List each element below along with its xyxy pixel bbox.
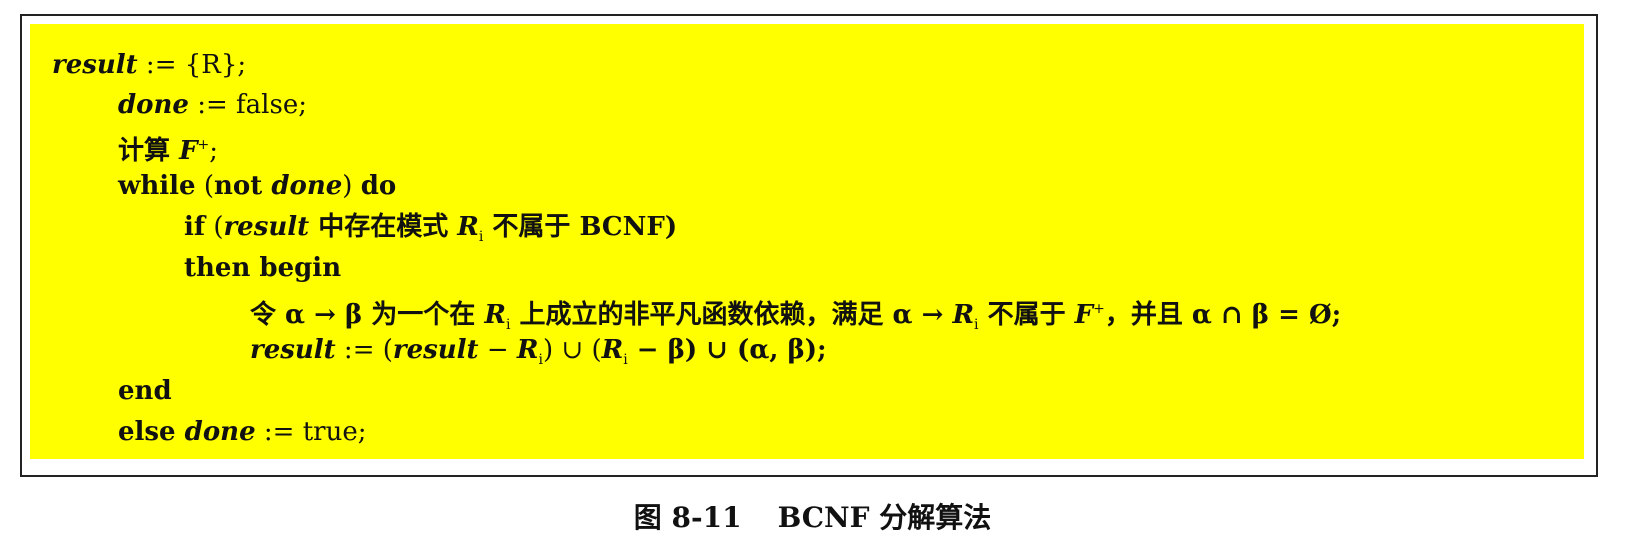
code-text: ; — [209, 136, 219, 166]
code-text: ) ∪ ( — [542, 335, 602, 365]
code-line-10: else done := true; — [118, 415, 366, 449]
keyword-while: while — [118, 171, 196, 201]
code-text: ，并且 α ∩ β = Ø; — [1104, 300, 1342, 330]
code-line-3: 计算 F+; — [118, 128, 218, 168]
keyword-end: end — [118, 376, 172, 406]
closure-sup: + — [1093, 301, 1105, 317]
var-done: done — [118, 90, 189, 120]
var-result: result — [223, 212, 310, 242]
code-text: := ( — [335, 335, 393, 365]
closure-sup: + — [197, 137, 210, 153]
var-R: R — [516, 335, 539, 365]
code-line-6: then begin — [184, 251, 341, 285]
var-result: result — [250, 335, 336, 365]
code-text: 令 α → β 为一个在 — [250, 300, 485, 330]
var-R: R — [457, 212, 479, 242]
code-line-8: result := (result − Ri) ∪ (Ri − β) ∪ (α,… — [250, 333, 827, 377]
var-result: result — [392, 335, 479, 365]
keyword-then-begin: then begin — [184, 253, 342, 283]
code-line-1: result := {R}; — [52, 48, 246, 82]
code-text: ) — [342, 171, 361, 201]
var-done: done — [184, 417, 256, 447]
code-line-2: done := false; — [118, 88, 307, 122]
code-text: − — [478, 335, 517, 365]
var-F: F — [179, 136, 198, 166]
code-text: := false; — [188, 90, 307, 120]
code-text: ( — [205, 212, 224, 242]
figure-caption: 图 8-11 BCNF 分解算法 — [0, 496, 1625, 536]
code-line-9: end — [118, 374, 172, 408]
code-text: ( — [195, 171, 215, 201]
var-R: R — [601, 335, 624, 365]
keyword-not: not — [214, 171, 272, 201]
code-line-5: if (result 中存在模式 Ri 不属于 BCNF) — [184, 210, 677, 254]
var-F: F — [1074, 300, 1094, 330]
keyword-if: if — [184, 212, 206, 242]
code-text: 计算 — [118, 136, 180, 166]
algorithm-highlight-box: result := {R}; done := false; 计算 F+; whi… — [30, 24, 1584, 459]
var-R: R — [484, 300, 506, 330]
code-text: 上成立的非平凡函数依赖，满足 α → — [510, 300, 953, 330]
var-result: result — [52, 50, 138, 80]
code-text: 不属于 — [978, 300, 1075, 330]
code-text: := {R}; — [137, 50, 247, 80]
figure-title: BCNF 分解算法 — [777, 501, 992, 534]
algorithm-frame: result := {R}; done := false; 计算 F+; whi… — [20, 14, 1598, 477]
code-line-4: while (not done) do — [118, 169, 396, 203]
code-text: := true; — [255, 417, 367, 447]
code-text: − β) ∪ (α, β); — [627, 335, 827, 365]
var-R: R — [952, 300, 975, 330]
code-text: 中存在模式 — [309, 212, 458, 242]
keyword-else: else — [118, 417, 185, 447]
keyword-do: do — [360, 171, 397, 201]
figure-number: 图 8-11 — [633, 501, 742, 534]
code-text: 不属于 BCNF) — [483, 212, 678, 242]
var-done: done — [271, 171, 343, 201]
